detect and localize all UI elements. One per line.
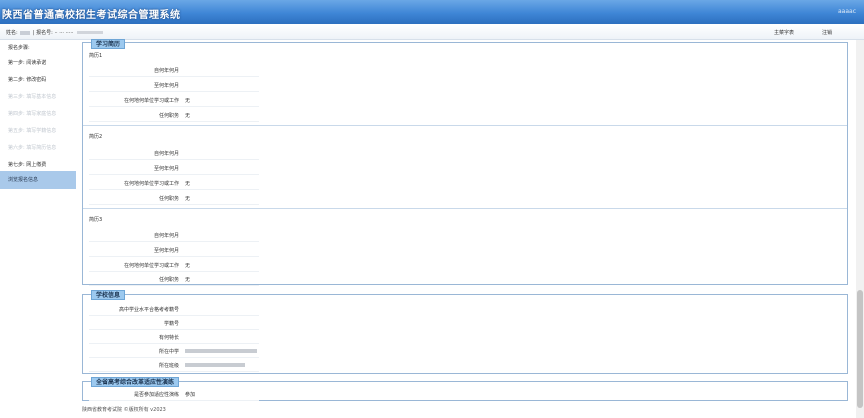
row-label: 至何年何月 — [153, 83, 179, 89]
sidebar-item-resume-info: 第六步: 填写简历信息 — [8, 145, 57, 151]
name-value-redacted — [20, 30, 31, 35]
registration-number-value: ·· ··· ····· — [54, 30, 74, 36]
sidebar-item-browse-info[interactable]: 浏览报名信息 — [0, 171, 76, 189]
row-value: 无 — [185, 196, 191, 202]
resume-group: 简历3 自何年何月 至何年何月 在何地何单位学习或工作 无 任何职务 无 — [83, 209, 847, 286]
resume-row: 自何年何月 — [89, 227, 259, 242]
row-label: 任何职务 — [158, 196, 179, 202]
redacted-class-name — [185, 362, 245, 367]
row-value: 参加 — [185, 392, 196, 398]
registration-number-label: | 报名号: — [32, 30, 53, 36]
sidebar: 报名步骤: 第一步: 阅读承诺 第二步: 修改密码 第三步: 填写基本信息 第四… — [0, 40, 80, 418]
user-menu-link[interactable]: 主菜字表 — [774, 29, 794, 36]
row-value: 无 — [185, 277, 191, 283]
main-content: 学习简历 简历1 自何年何月 至何年何月 在何地何单位学习或工作 无 任何职务 … — [80, 39, 856, 418]
reform-drill-section: 全省高考综合改革适应性演练 是否参加适应性演练 参加 — [82, 377, 848, 401]
row-label: 在何地何单位学习或工作 — [123, 181, 179, 187]
row-label: 所在班级 — [158, 363, 179, 369]
row-label: 在何地何单位学习或工作 — [123, 263, 179, 269]
resume-row: 在何地何单位学习或工作 无 — [89, 175, 259, 190]
row-value — [185, 348, 257, 354]
row-label: 在何地何单位学习或工作 — [123, 98, 179, 104]
scrollbar-thumb[interactable] — [857, 290, 863, 408]
row-label: 至何年何月 — [153, 248, 179, 254]
header-right-text: aaaac — [837, 8, 856, 15]
row-value: 无 — [185, 181, 191, 187]
app-title: 陕西省普通高校招生考试综合管理系统 — [2, 10, 181, 21]
user-info-bar: 姓名: | 报名号: ·· ··· ····· 主菜字表 注销 — [0, 24, 864, 40]
name-label: 姓名: — [6, 30, 18, 36]
footer-copyright: 陕西省教育考试院 ©版权所有 v2023 — [82, 407, 166, 413]
resume-row: 任何职务 无 — [89, 190, 259, 205]
row-label: 学籍号 — [163, 321, 179, 327]
header-banner: 陕西省普通高校招生考试综合管理系统 aaaac — [0, 0, 864, 24]
row-label: 自何年何月 — [153, 151, 179, 157]
row-label: 是否参加适应性演练 — [133, 392, 179, 398]
user-identity: 姓名: | 报名号: ·· ··· ····· — [6, 29, 104, 36]
school-row: 有何特长 — [89, 329, 259, 344]
school-row: 所在班级 — [89, 357, 259, 372]
redacted-school-name — [185, 348, 257, 353]
row-label: 高中学业水平合格考考籍号 — [118, 307, 179, 313]
row-label: 所在中学 — [158, 349, 179, 355]
row-label: 任何职务 — [158, 277, 179, 283]
row-label: 任何职务 — [158, 113, 179, 119]
row-value: 无 — [185, 98, 191, 104]
registration-number-redacted — [77, 31, 104, 34]
row-label: 自何年何月 — [153, 233, 179, 239]
sidebar-item-change-password[interactable]: 第二步: 修改密码 — [0, 71, 76, 89]
resume-row: 自何年何月 — [89, 145, 259, 160]
school-row: 所在中学 — [89, 343, 259, 358]
resume-row: 任何职务 无 — [89, 271, 259, 286]
sidebar-item-family-info: 第四步: 填写家庭信息 — [8, 111, 57, 117]
resume-row: 至何年何月 — [89, 242, 259, 257]
row-value: 无 — [185, 263, 191, 269]
sidebar-item-read-promise[interactable]: 第一步: 阅读承诺 — [0, 54, 76, 72]
logout-link[interactable]: 注销 — [822, 29, 832, 36]
sidebar-title: 报名步骤: — [8, 45, 30, 51]
resume-row: 至何年何月 — [89, 160, 259, 175]
school-info-section: 学校信息 高中学业水平合格考考籍号 学籍号 有何特长 所在中学 所在班级 — [82, 290, 848, 374]
school-row: 学籍号 — [89, 315, 259, 330]
resume-row: 在何地何单位学习或工作 无 — [89, 92, 259, 107]
row-label: 至何年何月 — [153, 166, 179, 172]
resume-section: 学习简历 简历1 自何年何月 至何年何月 在何地何单位学习或工作 无 任何职务 … — [82, 39, 848, 286]
resume-group-label: 简历2 — [89, 134, 103, 140]
row-value — [185, 362, 245, 368]
row-label: 有何特长 — [158, 335, 179, 341]
school-info-title: 学校信息 — [91, 290, 126, 300]
row-label: 自何年何月 — [153, 68, 179, 74]
resume-row: 自何年何月 — [89, 62, 259, 77]
resume-row: 在何地何单位学习或工作 无 — [89, 257, 259, 272]
sidebar-item-basic-info: 第三步: 填写基本信息 — [8, 94, 57, 100]
resume-row: 任何职务 无 — [89, 107, 259, 122]
resume-group: 简历1 自何年何月 至何年何月 在何地何单位学习或工作 无 任何职务 无 — [83, 43, 847, 125]
resume-group: 简历2 自何年何月 至何年何月 在何地何单位学习或工作 无 任何职务 无 — [83, 126, 847, 208]
reform-row: 是否参加适应性演练 参加 — [89, 386, 259, 401]
resume-group-label: 简历3 — [89, 217, 103, 223]
resume-row: 至何年何月 — [89, 77, 259, 92]
resume-group-label: 简历1 — [89, 53, 103, 59]
sidebar-item-school-info: 第五步: 填写学籍信息 — [8, 128, 57, 134]
row-value: 无 — [185, 113, 191, 119]
school-row: 高中学业水平合格考考籍号 — [89, 301, 259, 316]
